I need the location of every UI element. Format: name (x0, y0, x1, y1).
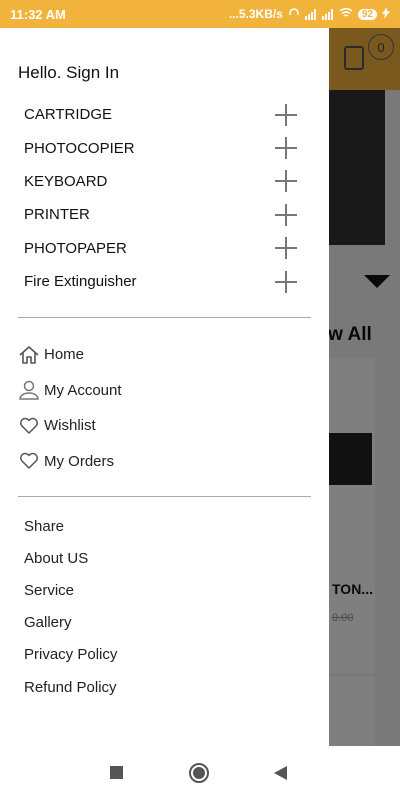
divider (18, 496, 311, 497)
nav-item-my-orders[interactable]: My Orders (0, 444, 329, 480)
link-about-us[interactable]: About US (0, 542, 329, 574)
heart-icon (18, 451, 40, 471)
nav-item-label: My Orders (44, 452, 115, 470)
category-label: PHOTOCOPIER (24, 139, 135, 157)
sign-in-greeting[interactable]: Hello. Sign In (18, 63, 119, 83)
navigation-drawer: Hello. Sign In CARTRIDGE PHOTOCOPIER KEY… (0, 28, 329, 746)
recent-apps-button[interactable] (110, 766, 123, 779)
category-item[interactable]: PRINTER (0, 198, 329, 231)
status-time: 11:32 AM (10, 6, 66, 22)
category-label: CARTRIDGE (24, 106, 113, 124)
category-label: Fire Extinguisher (24, 273, 137, 291)
headphones-icon (288, 7, 300, 22)
link-gallery[interactable]: Gallery (0, 607, 329, 639)
nav-item-label: My Account (44, 381, 122, 399)
category-item[interactable]: Fire Extinguisher (0, 265, 329, 298)
link-refund-policy[interactable]: Refund Policy (0, 671, 329, 703)
nav-item-home[interactable]: Home (0, 337, 329, 373)
back-button[interactable] (274, 766, 287, 780)
heart-icon (18, 416, 40, 436)
category-item[interactable]: PHOTOPAPER (0, 232, 329, 265)
nav-item-wishlist[interactable]: Wishlist (0, 408, 329, 444)
category-list: CARTRIDGE PHOTOCOPIER KEYBOARD PRINTER P… (0, 98, 329, 298)
user-icon (18, 380, 40, 400)
category-item[interactable]: KEYBOARD (0, 165, 329, 198)
category-label: KEYBOARD (24, 172, 108, 190)
category-item[interactable]: CARTRIDGE (0, 98, 329, 131)
signal-icon (321, 8, 334, 20)
nav-item-label: Wishlist (44, 417, 96, 435)
drawer-info-links: Share About US Service Gallery Privacy P… (0, 510, 329, 703)
category-item[interactable]: PHOTOCOPIER (0, 131, 329, 164)
link-share[interactable]: Share (0, 510, 329, 542)
plus-icon[interactable] (275, 103, 297, 126)
plus-icon[interactable] (275, 270, 297, 293)
plus-icon[interactable] (275, 237, 297, 260)
plus-icon[interactable] (275, 137, 297, 160)
battery-level: 92 (357, 8, 377, 20)
wifi-icon (339, 7, 353, 21)
home-button[interactable] (189, 763, 209, 783)
charging-icon (382, 6, 390, 22)
status-bar: 11:32 AM ...5.3KB/s 92 (0, 0, 400, 28)
link-service[interactable]: Service (0, 574, 329, 606)
plus-icon[interactable] (275, 203, 297, 226)
network-speed: ...5.3KB/s (228, 7, 283, 21)
category-label: PHOTOPAPER (24, 239, 127, 257)
drawer-nav-list: Home My Account Wishlist My Orders (0, 337, 329, 479)
divider (18, 317, 311, 318)
plus-icon[interactable] (275, 170, 297, 193)
link-privacy-policy[interactable]: Privacy Policy (0, 639, 329, 671)
system-nav-bar (0, 746, 400, 800)
nav-item-label: Home (44, 346, 85, 364)
nav-item-my-account[interactable]: My Account (0, 373, 329, 409)
status-icons: ...5.3KB/s 92 (228, 6, 390, 22)
signal-icon (304, 8, 317, 20)
home-icon (18, 345, 40, 365)
category-label: PRINTER (24, 206, 90, 224)
